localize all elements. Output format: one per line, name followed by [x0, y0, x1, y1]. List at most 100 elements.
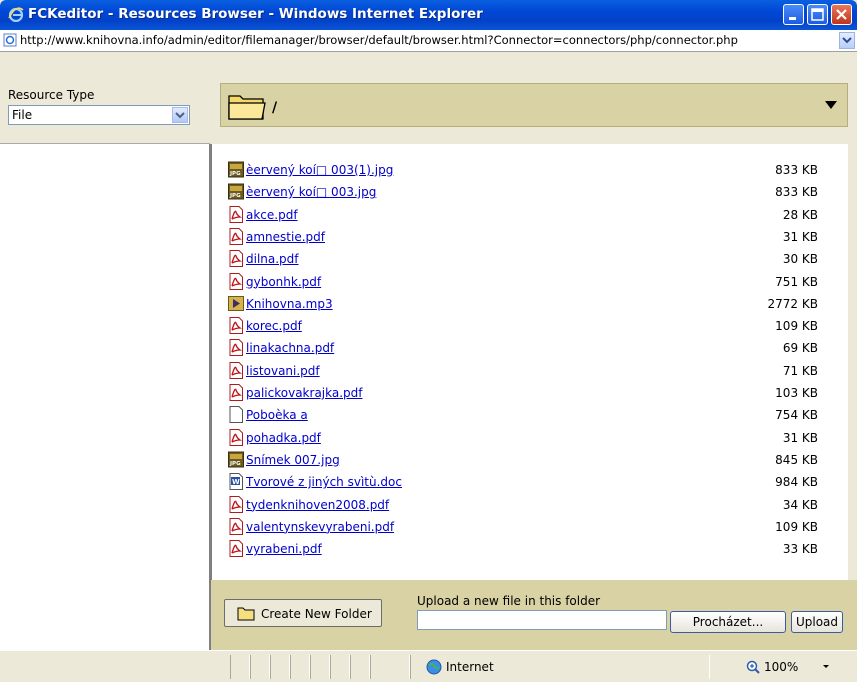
pdf-icon: [228, 339, 244, 357]
file-row[interactable]: gybonhk.pdf 751 KB: [224, 270, 834, 292]
status-bar: Internet 100%: [0, 650, 857, 682]
file-size: 833 KB: [775, 163, 818, 177]
status-cell: [230, 655, 250, 679]
resource-type-dropdown-button[interactable]: [172, 107, 188, 123]
resource-type-panel: Resource Type File: [0, 52, 210, 144]
pdf-icon: [228, 495, 244, 513]
file-size: 31 KB: [782, 430, 818, 445]
file-link[interactable]: èervený koí□ 003(1).jpg: [246, 163, 393, 177]
file-link[interactable]: linakachna.pdf: [246, 341, 334, 355]
file-link[interactable]: gybonhk.pdf: [246, 275, 321, 289]
file-link[interactable]: listovani.pdf: [246, 364, 320, 378]
file-size: 33 KB: [782, 542, 818, 557]
file-size: 34 KB: [782, 497, 818, 512]
svg-text:W: W: [232, 478, 240, 486]
file-size: 751 KB: [775, 274, 818, 289]
file-row[interactable]: korec.pdf 109 KB: [224, 314, 834, 336]
file-size: 103 KB: [775, 386, 818, 400]
file-row[interactable]: tydenknihoven2008.pdf 34 KB: [224, 493, 834, 515]
pdf-icon: [228, 317, 244, 335]
folder-tree-panel: [0, 144, 210, 650]
file-row[interactable]: Poboèka a 754 KB: [224, 403, 834, 425]
address-url[interactable]: http://www.knihovna.info/admin/editor/fi…: [20, 33, 835, 47]
file-link[interactable]: korec.pdf: [246, 319, 302, 333]
pdf-icon: [228, 361, 244, 379]
resource-type-select[interactable]: File: [8, 105, 190, 125]
internet-explorer-icon: [8, 7, 24, 22]
status-cell: [270, 655, 290, 679]
file-link[interactable]: vyrabeni.pdf: [246, 542, 322, 556]
chevron-down-icon[interactable]: [821, 663, 831, 671]
file-row[interactable]: JPG èervený koí□ 003(1).jpg 833 KB: [224, 158, 834, 180]
file-link[interactable]: valentynskevyrabeni.pdf: [246, 520, 394, 534]
pdf-icon: [228, 272, 244, 290]
file-link[interactable]: amnestie.pdf: [246, 230, 325, 244]
mp3-icon: [228, 295, 244, 312]
file-size: 833 KB: [775, 185, 818, 200]
file-row[interactable]: akce.pdf 28 KB: [224, 203, 834, 225]
folder-icon: [228, 95, 266, 120]
file-size: 31 KB: [782, 229, 818, 244]
file-link[interactable]: tydenknihoven2008.pdf: [246, 498, 389, 512]
folder-icon: [237, 607, 255, 621]
file-link[interactable]: akce.pdf: [246, 208, 298, 222]
upload-file-input[interactable]: [417, 610, 667, 630]
file-row[interactable]: valentynskevyrabeni.pdf 109 KB: [224, 515, 834, 537]
file-icon: [228, 406, 244, 424]
file-link[interactable]: dilna.pdf: [246, 252, 299, 266]
caret-down-icon[interactable]: [825, 101, 837, 109]
file-row[interactable]: Knihovna.mp3 2772 KB: [224, 292, 834, 314]
file-size: 845 KB: [775, 452, 818, 467]
chevron-down-icon: [175, 112, 185, 119]
close-button[interactable]: [831, 4, 852, 25]
maximize-button[interactable]: [807, 4, 828, 25]
address-dropdown-button[interactable]: [839, 32, 855, 49]
file-link[interactable]: pohadka.pdf: [246, 431, 321, 445]
file-row[interactable]: JPG Snímek 007.jpg 845 KB: [224, 448, 834, 470]
file-link[interactable]: Snímek 007.jpg: [246, 453, 340, 467]
file-link[interactable]: Knihovna.mp3: [246, 297, 333, 311]
file-link[interactable]: Poboèka a: [246, 408, 308, 422]
file-link[interactable]: palickovakrajka.pdf: [246, 386, 363, 400]
create-folder-button[interactable]: Create New Folder: [224, 599, 382, 627]
file-size: 109 KB: [775, 519, 818, 534]
file-row[interactable]: dilna.pdf 30 KB: [224, 247, 834, 269]
resource-type-label: Resource Type: [8, 88, 95, 102]
file-link[interactable]: Tvorové z jiných svìtù.doc: [246, 475, 402, 489]
file-row[interactable]: amnestie.pdf 31 KB: [224, 225, 834, 247]
svg-text:JPG: JPG: [229, 193, 241, 199]
upload-panel: Create New Folder Upload a new file in t…: [210, 580, 857, 650]
browse-button[interactable]: Procházet...: [670, 611, 786, 633]
svg-text:JPG: JPG: [229, 171, 241, 177]
title-bar: FCKeditor - Resources Browser - Windows …: [0, 0, 857, 30]
create-folder-label: Create New Folder: [261, 607, 372, 621]
file-row[interactable]: linakachna.pdf 69 KB: [224, 336, 834, 358]
file-size: 754 KB: [775, 408, 818, 423]
file-link[interactable]: èervený koí□ 003.jpg: [246, 185, 376, 199]
file-row[interactable]: pohadka.pdf 31 KB: [224, 426, 834, 448]
file-size: 69 KB: [782, 341, 818, 356]
upload-label: Upload a new file in this folder: [417, 594, 601, 608]
zoom-icon[interactable]: [746, 660, 760, 674]
chevron-down-icon: [842, 37, 852, 44]
file-row[interactable]: vyrabeni.pdf 33 KB: [224, 537, 834, 559]
file-row[interactable]: W Tvorové z jiných svìtù.doc 984 KB: [224, 470, 834, 492]
close-icon: [836, 9, 847, 20]
status-zoom[interactable]: 100%: [764, 660, 798, 674]
file-row[interactable]: listovani.pdf 71 KB: [224, 359, 834, 381]
file-size: 30 KB: [782, 252, 818, 267]
jpg-icon: JPG: [228, 183, 244, 200]
status-cell: [310, 655, 330, 679]
minimize-button[interactable]: [783, 4, 804, 25]
window-title: FCKeditor - Resources Browser - Windows …: [28, 6, 483, 22]
pdf-icon: [228, 227, 244, 245]
file-size: 2772 KB: [767, 296, 818, 311]
file-row[interactable]: palickovakrajka.pdf 103 KB: [224, 381, 834, 403]
status-cell: [330, 655, 350, 679]
pdf-icon: [228, 250, 244, 268]
address-bar[interactable]: http://www.knihovna.info/admin/editor/fi…: [0, 30, 857, 52]
file-size: 71 KB: [782, 363, 818, 378]
upload-button[interactable]: Upload: [791, 611, 843, 633]
file-row[interactable]: JPG èervený koí□ 003.jpg 833 KB: [224, 180, 834, 202]
resource-type-value: File: [12, 108, 33, 122]
